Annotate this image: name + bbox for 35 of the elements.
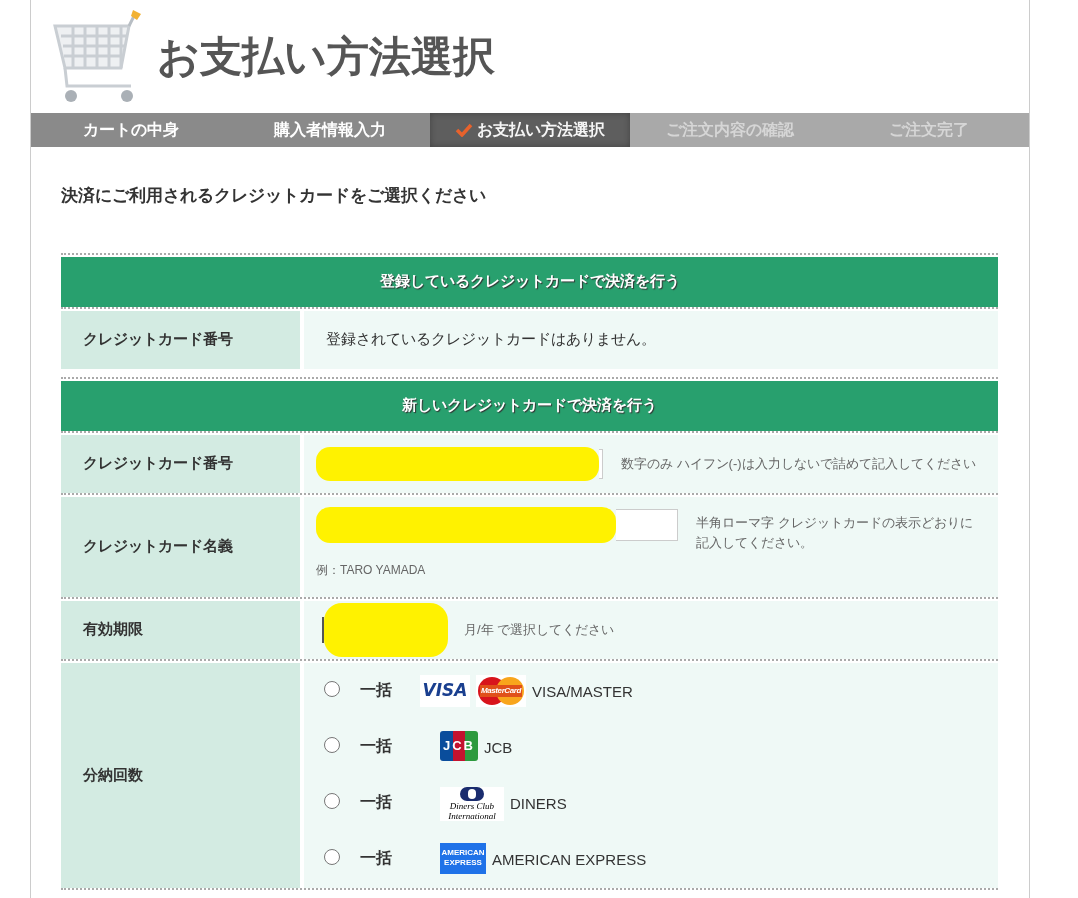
payment-plan-label: 一括	[360, 735, 393, 756]
payment-plan-label: 一括	[360, 847, 393, 868]
amex-logo: AMERICAN EXPRESS	[440, 842, 486, 874]
row-label: クレジットカード名義	[61, 496, 300, 597]
radio-button[interactable]	[324, 680, 340, 697]
payment-plan-label: 一括	[360, 679, 393, 700]
section-header: 新しいクレジットカードで決済を行う	[61, 380, 998, 431]
card-holder-input[interactable]	[616, 508, 678, 541]
field-example: 例：TARO YAMADA	[316, 561, 427, 579]
visa-logo: VISA	[420, 674, 470, 707]
checkout-step: お支払い方法選択	[430, 113, 630, 147]
instruction-text: 決済にご利用されるクレジットカードをご選択ください	[61, 185, 487, 207]
payment-plan-label: 一括	[360, 791, 393, 812]
diners-club-logo: Diners Club International	[440, 786, 504, 821]
card-brand-label: JCB	[484, 737, 513, 758]
checkmark-icon	[455, 123, 473, 137]
checkout-step: 購入者情報入力	[230, 113, 431, 147]
card-brand-label: AMERICAN EXPRESS	[492, 849, 647, 870]
section-header: 登録しているクレジットカードで決済を行う	[61, 256, 998, 307]
radio-button[interactable]	[324, 848, 340, 865]
field-hint: 数字のみ ハイフン(-)は入力しないで詰めて記入してください	[621, 454, 976, 473]
checkout-step: カートの中身	[31, 113, 231, 147]
page-title: お支払い方法選択	[157, 32, 495, 82]
card-brand-label: DINERS	[510, 793, 567, 814]
radio-button[interactable]	[324, 792, 340, 809]
field-hint: 月/年 で選択してください	[464, 620, 615, 639]
card-brand-label: VISA/MASTER	[532, 681, 633, 702]
radio-button[interactable]	[324, 736, 340, 753]
mastercard-logo: MasterCard	[476, 674, 526, 707]
row-label: 分納回数	[61, 662, 300, 888]
field-hint: 半角ローマ字 クレジットカードの表示どおりに記入してください。	[696, 513, 974, 552]
row-label: 有効期限	[61, 600, 300, 659]
row-value: 登録されているクレジットカードはありません。	[326, 329, 656, 350]
row-label: クレジットカード番号	[61, 310, 300, 369]
row-label: クレジットカード番号	[61, 434, 300, 493]
